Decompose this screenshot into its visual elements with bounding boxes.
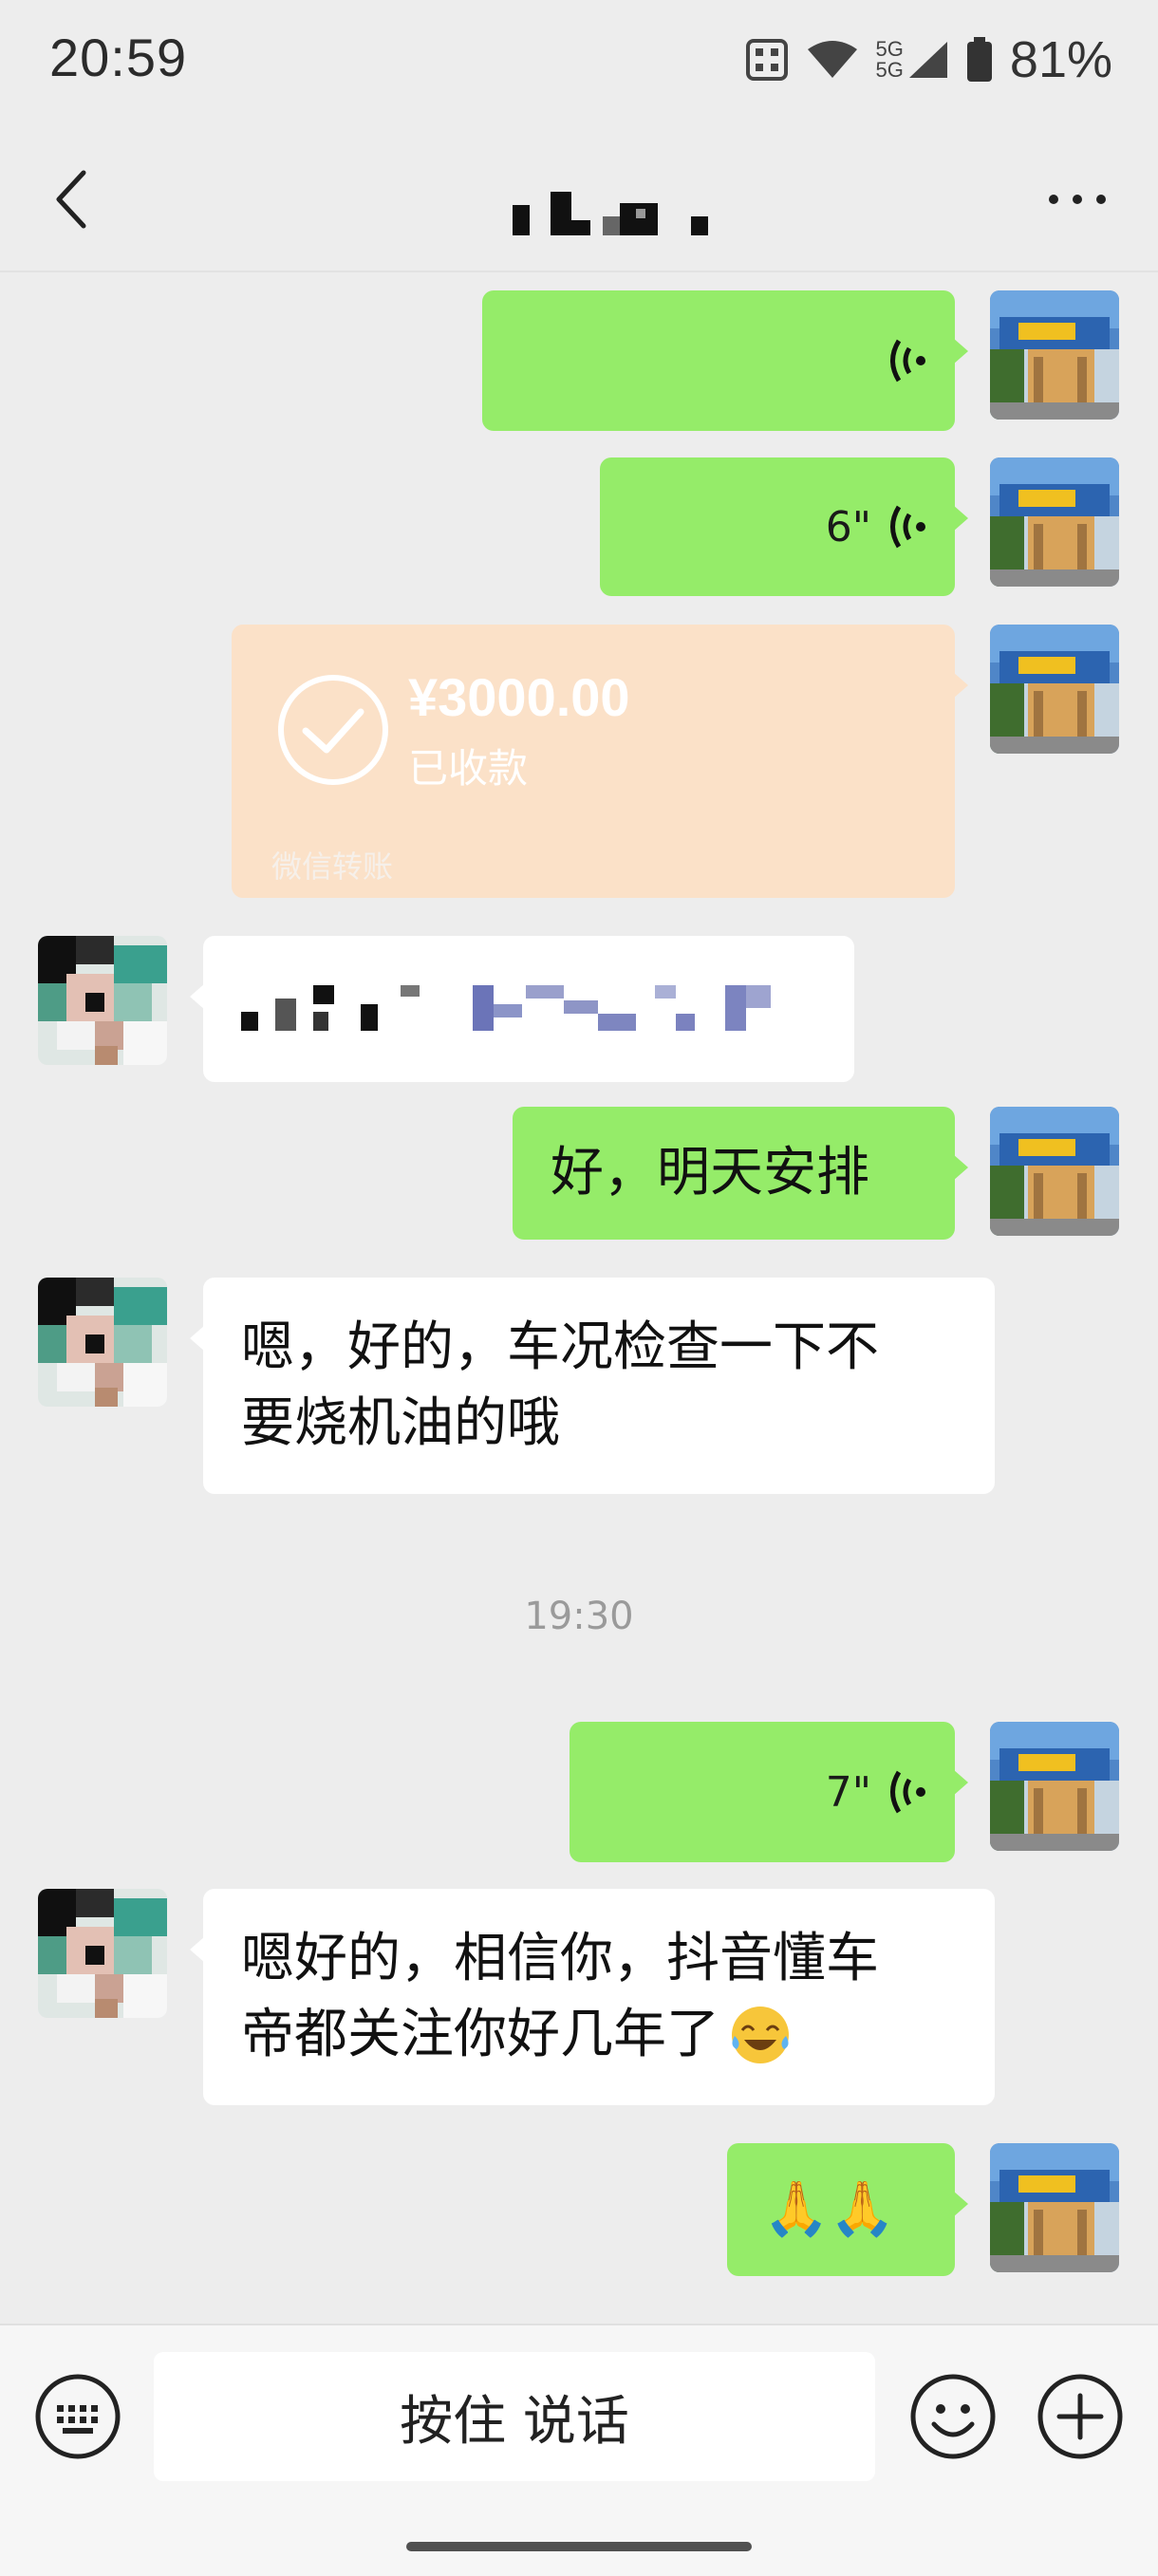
contact-avatar[interactable]	[38, 936, 167, 1065]
message-timestamp: 19:30	[524, 1595, 634, 1638]
nfc-icon	[745, 38, 789, 82]
message-text: 好，明天安排	[551, 1142, 869, 1204]
contact-avatar[interactable]	[38, 1278, 167, 1407]
header-divider	[0, 271, 1158, 272]
voice-message[interactable]	[482, 290, 968, 431]
battery-level: 81%	[1009, 31, 1112, 88]
hold-to-talk-button[interactable]: 按住 说话	[154, 2352, 875, 2481]
transfer-card[interactable]: ¥3000.00 已收款 微信转账	[232, 625, 968, 898]
sent-message[interactable]: 🙏🙏	[727, 2143, 968, 2276]
message-line-1: 嗯好的，相信你，抖音懂车	[241, 1928, 879, 1989]
contact-avatar[interactable]	[38, 1889, 167, 2018]
signal-icon: 5G 5G	[876, 39, 949, 81]
keyboard-toggle-button[interactable]	[34, 2373, 121, 2464]
chat-title-pixelated	[513, 190, 712, 237]
pixelated-text	[241, 985, 771, 1031]
transfer-footer: 微信转账	[271, 849, 394, 885]
wifi-icon	[806, 40, 859, 80]
my-avatar[interactable]	[990, 625, 1119, 754]
voice-wave-icon	[890, 1770, 925, 1814]
message-line-2: 帝都关注你好几年了	[241, 2004, 719, 2065]
voice-wave-icon	[890, 339, 925, 383]
voice-duration: 7"	[825, 1767, 871, 1817]
voice-message[interactable]: 7"	[570, 1722, 968, 1862]
emoji-icon	[910, 2374, 996, 2459]
message-text: 🙏🙏	[763, 2178, 896, 2240]
more-actions-button[interactable]	[1037, 2373, 1124, 2464]
input-bar: 按住 说话	[0, 2324, 1158, 2576]
my-avatar[interactable]	[990, 457, 1119, 587]
my-avatar[interactable]	[990, 1107, 1119, 1236]
sent-message[interactable]: 好，明天安排	[513, 1107, 968, 1240]
home-indicator[interactable]	[406, 2542, 752, 2551]
my-avatar[interactable]	[990, 1722, 1119, 1851]
my-avatar[interactable]	[990, 290, 1119, 420]
keyboard-icon	[35, 2374, 121, 2459]
emoji-button[interactable]	[909, 2373, 997, 2464]
laugh-cry-emoji-icon	[732, 2007, 789, 2063]
chevron-left-icon	[56, 170, 86, 229]
received-message[interactable]: 嗯，好的，车况检查一下不 要烧机油的哦	[190, 1278, 995, 1494]
status-icons: 5G 5G 81%	[745, 28, 1112, 91]
status-time: 20:59	[49, 28, 188, 87]
received-message-pixelated[interactable]	[190, 936, 854, 1082]
voice-message[interactable]: 6"	[600, 457, 968, 596]
transfer-status: 已收款	[408, 745, 529, 792]
chat-header	[0, 123, 1158, 271]
message-line-2: 要烧机油的哦	[241, 1392, 560, 1454]
back-button[interactable]	[46, 161, 103, 237]
network-label-2: 5G	[875, 58, 904, 82]
check-circle-icon	[278, 675, 388, 785]
battery-icon	[966, 37, 993, 83]
message-line-1: 嗯，好的，车况检查一下不	[241, 1316, 879, 1378]
voice-wave-icon	[890, 505, 925, 549]
voice-duration: 6"	[825, 502, 871, 551]
more-button[interactable]	[1044, 176, 1111, 223]
my-avatar[interactable]	[990, 2143, 1119, 2272]
network-label-1: 5G	[875, 37, 904, 61]
plus-icon	[1037, 2374, 1123, 2459]
received-message[interactable]: 嗯好的，相信你，抖音懂车 帝都关注你好几年了	[190, 1889, 995, 2105]
more-dots-icon	[1049, 195, 1106, 204]
status-bar: 20:59 5G 5G 81%	[0, 0, 1158, 123]
transfer-amount: ¥3000.00	[408, 667, 630, 727]
